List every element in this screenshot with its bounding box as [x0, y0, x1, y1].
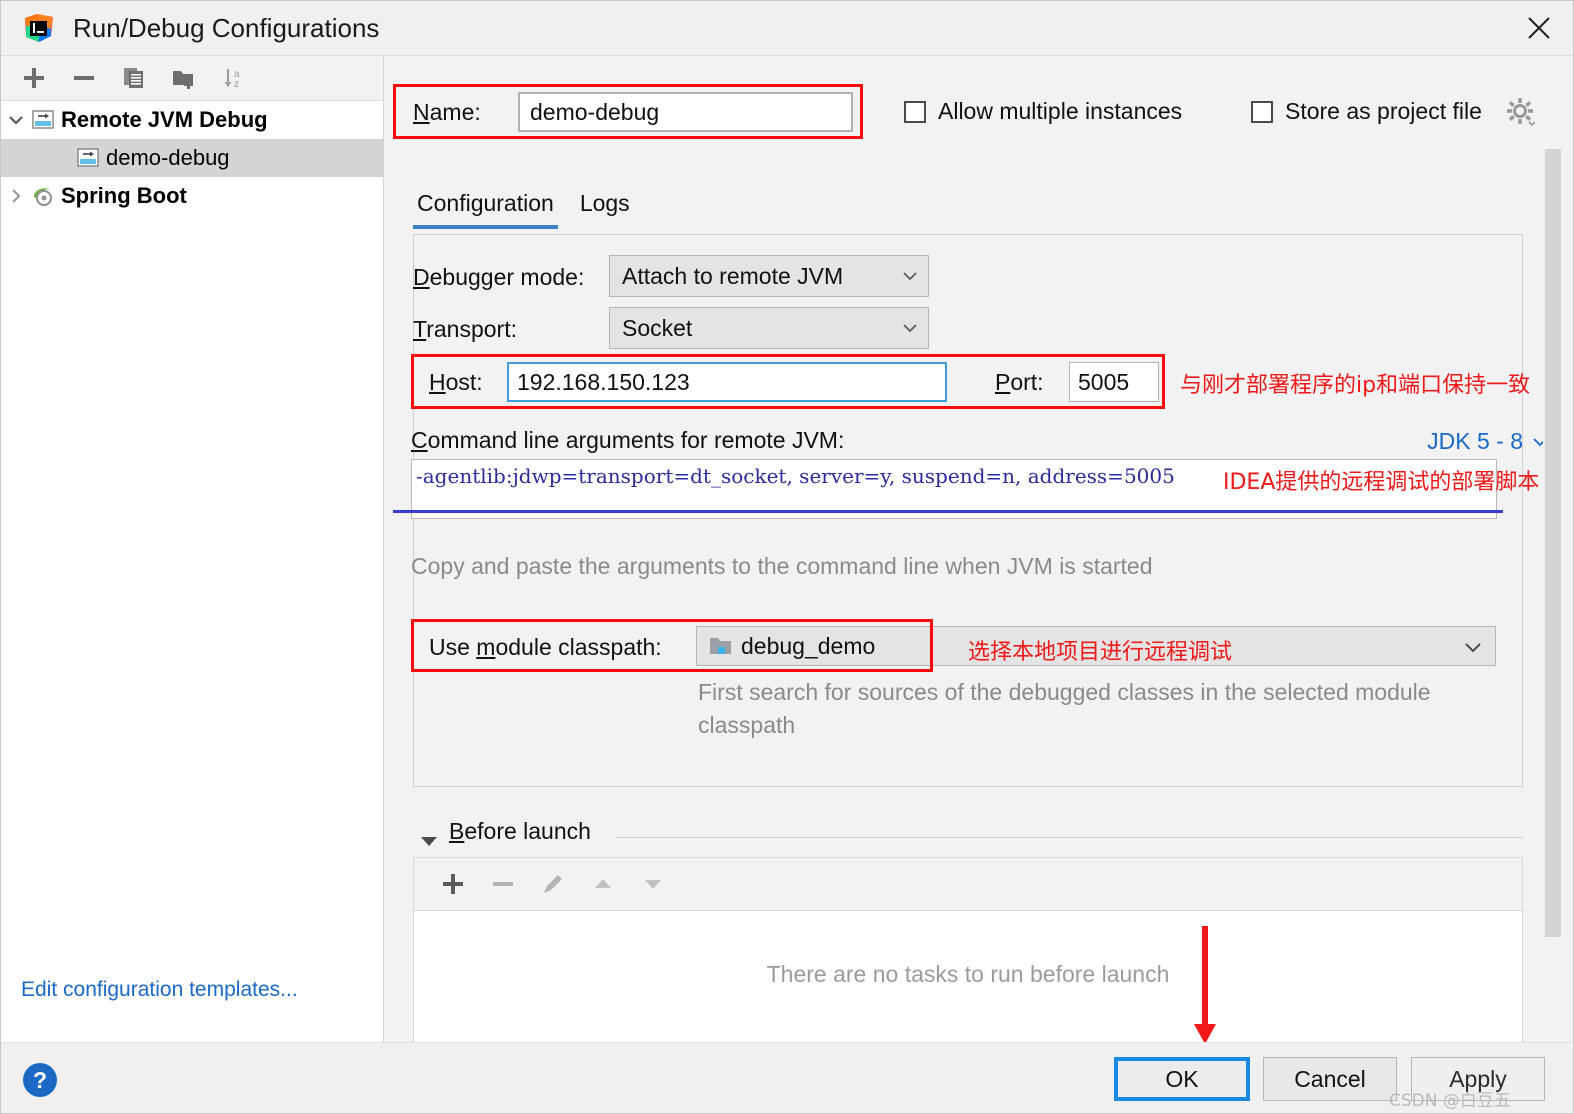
- add-configuration-button[interactable]: [9, 58, 59, 98]
- store-as-project-file-checkbox[interactable]: Store as project file: [1251, 98, 1482, 125]
- chevron-down-icon: [1461, 635, 1485, 659]
- remote-debug-icon: [76, 147, 100, 169]
- debugger-mode-label: Debugger mode:: [413, 264, 585, 290]
- chevron-down-icon[interactable]: [1, 101, 31, 139]
- close-icon[interactable]: [1515, 7, 1563, 49]
- configuration-form: Name: Allow multiple instances Store as …: [385, 56, 1573, 1042]
- tree-node-label: demo-debug: [106, 145, 230, 170]
- host-label: Host:: [429, 369, 483, 395]
- run-debug-configurations-dialog: Run/Debug Configurations a z Remote JVM …: [0, 0, 1574, 1114]
- command-line-arguments-label: Command line arguments for remote JVM:: [411, 427, 845, 453]
- tree-node-label: Spring Boot: [61, 183, 187, 208]
- tab-logs[interactable]: Logs: [576, 186, 652, 229]
- copy-icon[interactable]: [109, 58, 159, 98]
- tree-node-spring-boot[interactable]: Spring Boot: [1, 177, 383, 215]
- arrow-down-icon[interactable]: [628, 860, 678, 908]
- debugger-mode-value: Attach to remote JVM: [622, 262, 844, 289]
- before-launch-empty-message: There are no tasks to run before launch: [766, 961, 1170, 987]
- vertical-scrollbar-thumb[interactable]: [1545, 149, 1561, 937]
- checkbox-box[interactable]: [1251, 100, 1273, 123]
- dialog-title: Run/Debug Configurations: [73, 13, 380, 43]
- folder-add-icon[interactable]: [159, 58, 209, 98]
- allow-multiple-instances-label: Allow multiple instances: [938, 98, 1183, 124]
- before-launch-divider: [615, 837, 1523, 838]
- transport-value: Socket: [622, 314, 693, 341]
- host-port-annotation: 与刚才部署程序的ip和端口保持一致: [1180, 373, 1531, 398]
- module-classpath-label: Use module classpath:: [429, 634, 662, 660]
- transport-select[interactable]: Socket: [609, 307, 929, 349]
- chevron-down-icon: [892, 319, 928, 337]
- sort-alphabetically-icon[interactable]: a z: [209, 58, 259, 98]
- tree-node-label: Remote JVM Debug: [61, 107, 268, 132]
- copy-paste-hint: Copy and paste the arguments to the comm…: [411, 553, 1153, 579]
- host-input[interactable]: [507, 362, 947, 402]
- remove-configuration-button[interactable]: [59, 58, 109, 98]
- csdn-watermark: CSDN @白豆五: [1389, 1091, 1511, 1111]
- module-classpath-hint: First search for sources of the debugged…: [698, 679, 1431, 738]
- cancel-button[interactable]: Cancel: [1263, 1057, 1397, 1101]
- before-launch-toolbar: [413, 857, 1523, 910]
- pencil-icon[interactable]: [528, 860, 578, 908]
- arrow-up-icon[interactable]: [578, 860, 628, 908]
- port-label: Port:: [995, 369, 1044, 395]
- allow-multiple-instances-checkbox[interactable]: Allow multiple instances: [904, 98, 1182, 125]
- command-line-annotation: IDEA提供的远程调试的部署脚本: [1223, 470, 1540, 495]
- configurations-sidebar: a z Remote JVM Debug demo-debug Spring B…: [1, 56, 384, 1042]
- remote-debug-icon: [31, 109, 55, 131]
- tree-node-remote-jvm-debug[interactable]: Remote JVM Debug: [1, 101, 383, 139]
- tab-configuration[interactable]: Configuration: [413, 186, 576, 229]
- module-classpath-annotation: 选择本地项目进行远程调试: [968, 640, 1233, 665]
- chevron-down-icon: [892, 267, 928, 285]
- jdk-version-select[interactable]: JDK 5 - 8: [1427, 428, 1549, 455]
- add-task-button[interactable]: [428, 860, 478, 908]
- annotation-underline: [393, 510, 1503, 513]
- debugger-mode-select[interactable]: Attach to remote JVM: [609, 255, 929, 297]
- dialog-footer: ? OK Cancel Apply: [1, 1042, 1573, 1113]
- port-input[interactable]: [1069, 362, 1159, 402]
- edit-configuration-templates-link[interactable]: Edit configuration templates...: [21, 978, 298, 1002]
- triangle-down-icon[interactable]: [418, 830, 440, 852]
- before-launch-title: Before launch: [449, 818, 591, 844]
- sidebar-toolbar: a z: [1, 56, 383, 101]
- configurations-tree: Remote JVM Debug demo-debug Spring Boot: [1, 101, 383, 215]
- title-bar: Run/Debug Configurations: [1, 1, 1573, 56]
- help-icon[interactable]: ?: [23, 1063, 57, 1097]
- name-input[interactable]: [518, 92, 853, 132]
- tree-node-demo-debug[interactable]: demo-debug: [1, 139, 383, 177]
- name-label: Name:: [413, 99, 481, 125]
- spring-boot-icon: [31, 185, 55, 207]
- gear-icon[interactable]: [1505, 96, 1536, 127]
- intellij-idea-icon: [23, 12, 55, 44]
- transport-label: Transport:: [413, 316, 517, 342]
- ok-button[interactable]: OK: [1114, 1057, 1250, 1101]
- ok-button-arrow-annotation: [1193, 926, 1217, 1046]
- svg-text:z: z: [234, 79, 239, 90]
- before-launch-task-list[interactable]: There are no tasks to run before launch: [413, 910, 1523, 1042]
- checkbox-box[interactable]: [904, 100, 926, 123]
- tab-bar: Configuration Logs: [413, 186, 652, 229]
- store-as-project-file-label: Store as project file: [1285, 98, 1482, 124]
- jdk-version-value: JDK 5 - 8: [1427, 428, 1523, 454]
- remove-task-button[interactable]: [478, 860, 528, 908]
- chevron-right-icon[interactable]: [1, 177, 31, 215]
- command-line-arguments-value: -agentlib:jdwp=transport=dt_socket, serv…: [416, 464, 1175, 488]
